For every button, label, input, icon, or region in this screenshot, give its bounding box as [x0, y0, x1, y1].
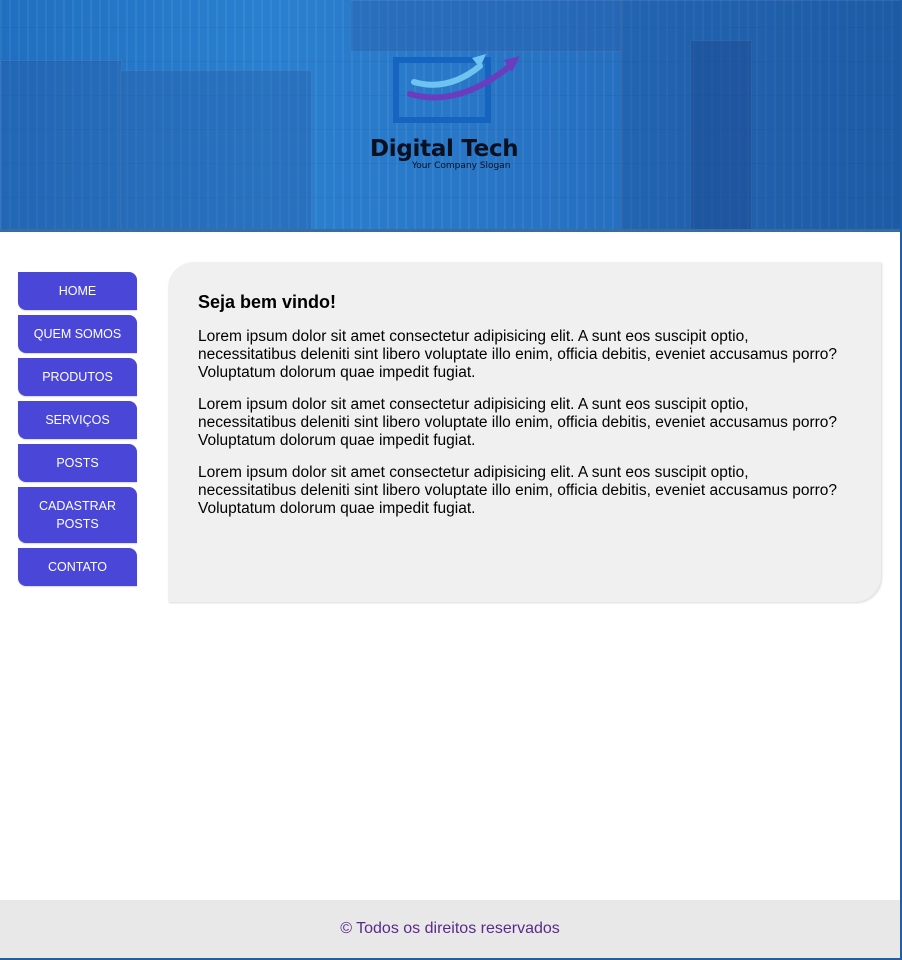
nav-item-cadastrar-posts[interactable]: CADASTRAR POSTS [18, 487, 137, 543]
content-paragraph: Lorem ipsum dolor sit amet consectetur a… [198, 328, 838, 381]
content-paragraph: Lorem ipsum dolor sit amet consectetur a… [198, 396, 838, 449]
nav-item-produtos[interactable]: PRODUTOS [18, 358, 137, 396]
main-content-card: Seja bem vindo! Lorem ipsum dolor sit am… [168, 262, 881, 602]
nav-item-contato[interactable]: CONTATO [18, 548, 137, 586]
content-paragraph: Lorem ipsum dolor sit amet consectetur a… [198, 464, 838, 517]
logo-name: Digital Tech [370, 136, 519, 162]
nav-item-servicos[interactable]: SERVIÇOS [18, 401, 137, 439]
container-stack-image [350, 0, 622, 52]
logo-slogan: Your Company Slogan [412, 161, 511, 171]
nav-item-posts[interactable]: POSTS [18, 444, 137, 482]
footer-copyright: © Todos os direitos reservados [340, 920, 560, 937]
container-stack-image [120, 70, 312, 232]
header-banner: Digital Tech Your Company Slogan [0, 0, 900, 232]
container-stack-image [620, 0, 900, 232]
nav-item-home[interactable]: HOME [18, 272, 137, 310]
nav-item-quem-somos[interactable]: QUEM SOMOS [18, 315, 137, 353]
sidebar-nav: HOME QUEM SOMOS PRODUTOS SERVIÇOS POSTS … [18, 272, 137, 591]
crane-image [690, 40, 752, 232]
container-stack-image [0, 60, 122, 232]
header-divider [0, 229, 900, 232]
page-title: Seja bem vindo! [198, 292, 337, 312]
footer: © Todos os direitos reservados [0, 900, 900, 958]
